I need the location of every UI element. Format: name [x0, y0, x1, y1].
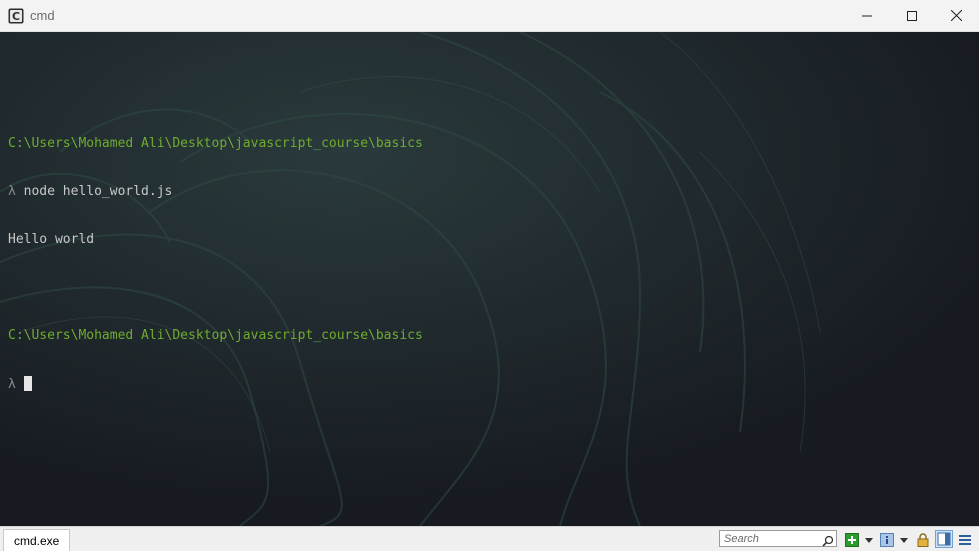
search-icon[interactable]	[822, 532, 834, 547]
title-bar[interactable]: C cmd	[0, 0, 979, 32]
minimize-button[interactable]	[844, 0, 889, 31]
terminal-output: C:\Users\Mohamed Ali\Desktop\javascript_…	[8, 56, 423, 424]
close-button[interactable]	[934, 0, 979, 31]
menu-icon[interactable]	[958, 532, 972, 546]
maximize-button[interactable]	[889, 0, 934, 31]
text-cursor	[23, 376, 32, 391]
console-info-icon[interactable]	[880, 532, 894, 547]
lock-icon[interactable]	[916, 532, 930, 547]
prompt-symbol: λ	[8, 184, 16, 199]
dropdown-arrow-icon[interactable]	[899, 532, 909, 546]
terminal-line-path: C:\Users\Mohamed Ali\Desktop\javascript_…	[8, 328, 423, 343]
status-bar: cmd.exe	[0, 526, 979, 551]
terminal-line-output: Hello world	[8, 232, 95, 247]
search-input[interactable]	[720, 531, 824, 546]
tab-cmd[interactable]: cmd.exe	[3, 529, 71, 551]
dropdown-arrow-icon[interactable]	[864, 532, 874, 546]
prompt-symbol: λ	[8, 377, 16, 392]
svg-text:C: C	[12, 10, 20, 23]
command-text: node hello_world.js	[23, 184, 173, 199]
terminal-line-path: C:\Users\Mohamed Ali\Desktop\javascript_…	[8, 136, 423, 151]
close-icon	[950, 6, 963, 25]
cmder-icon: C	[8, 8, 24, 24]
window-title: cmd	[30, 8, 55, 23]
window-controls	[844, 0, 979, 31]
split-view-icon[interactable]	[935, 530, 953, 548]
search-field[interactable]	[719, 530, 837, 547]
terminal-line-input[interactable]: λ	[8, 376, 423, 392]
terminal-console[interactable]: C:\Users\Mohamed Ali\Desktop\javascript_…	[0, 32, 979, 526]
maximize-icon	[906, 6, 917, 25]
new-console-icon[interactable]	[845, 532, 859, 547]
terminal-line-command: λ node hello_world.js	[8, 184, 423, 200]
minimize-icon	[861, 6, 872, 25]
cmder-window: C cmd C:\Users\Mohamed Ali\Desktop\javas…	[0, 0, 979, 551]
